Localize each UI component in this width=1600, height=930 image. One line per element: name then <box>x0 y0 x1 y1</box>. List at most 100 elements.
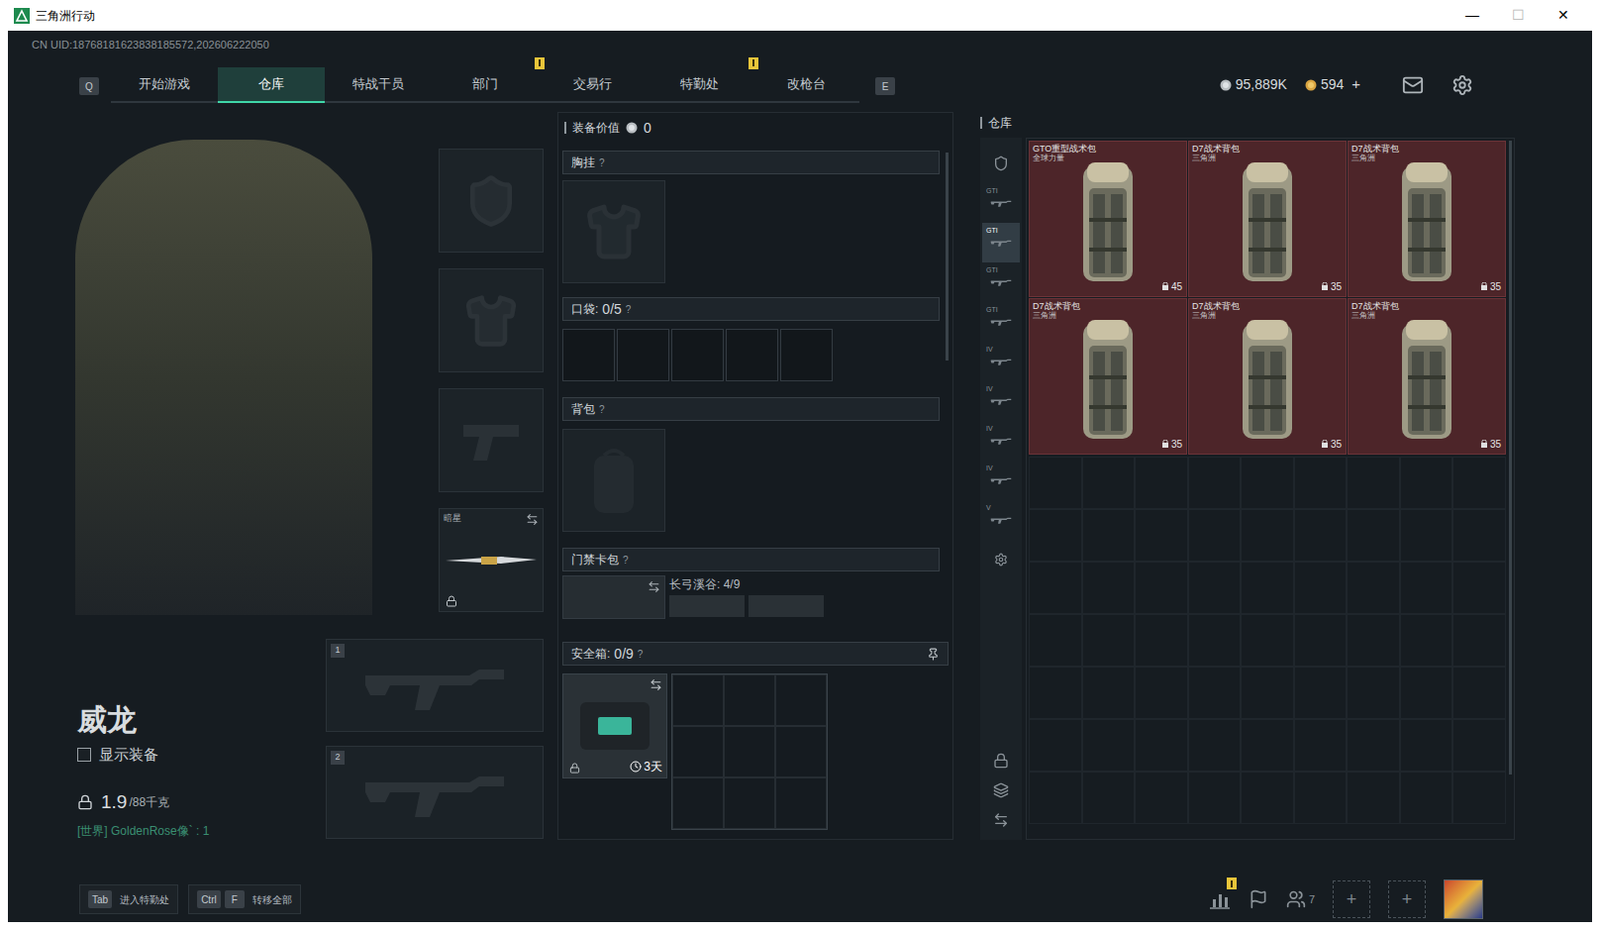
layers-icon[interactable] <box>993 782 1009 799</box>
key-hint[interactable]: Tab进入特勤处 <box>79 884 179 914</box>
empty-cell[interactable] <box>1134 456 1189 509</box>
warehouse-tab[interactable]: IV <box>982 460 1020 500</box>
empty-cell[interactable] <box>1188 456 1242 509</box>
mail-icon[interactable] <box>1401 74 1424 97</box>
window-control[interactable]: — <box>1449 4 1496 26</box>
empty-cell[interactable] <box>1028 613 1083 667</box>
empty-cell[interactable] <box>1082 561 1136 614</box>
empty-cell[interactable] <box>1188 666 1242 719</box>
safe-box-cell[interactable] <box>672 777 724 829</box>
empty-cell[interactable] <box>1240 456 1295 509</box>
safe-box-cell[interactable] <box>723 777 776 829</box>
item-card[interactable]: D7战术背包三角洲35 <box>1188 298 1347 455</box>
currency[interactable]: 95,889K <box>1219 74 1288 96</box>
swap-icon[interactable] <box>647 580 661 594</box>
empty-cell[interactable] <box>1400 561 1454 614</box>
empty-cell[interactable] <box>1134 771 1189 824</box>
empty-cell[interactable] <box>1294 771 1348 824</box>
empty-cell[interactable] <box>1082 613 1136 667</box>
empty-cell[interactable] <box>1400 666 1454 719</box>
show-equipment-toggle[interactable]: 显示装备 <box>77 743 326 767</box>
pocket-slot[interactable] <box>562 328 615 382</box>
empty-cell[interactable] <box>1028 561 1083 614</box>
empty-cell[interactable] <box>1188 771 1242 824</box>
warehouse-tab[interactable] <box>982 143 1020 184</box>
chest-rig-slot[interactable] <box>562 180 666 284</box>
keycard-thumb[interactable] <box>669 595 745 617</box>
sort-icon[interactable] <box>993 811 1009 828</box>
empty-cell[interactable] <box>1188 718 1242 772</box>
empty-cell[interactable] <box>1294 613 1348 667</box>
pin-icon[interactable] <box>926 647 940 661</box>
safe-box-cell[interactable] <box>723 725 776 778</box>
warehouse-tab[interactable]: IV <box>982 420 1020 461</box>
warehouse-scrollbar[interactable] <box>1508 140 1512 775</box>
swap-icon[interactable] <box>525 512 539 526</box>
melee-slot[interactable]: 暗星 <box>438 507 544 612</box>
stats-chart-icon[interactable] <box>1208 889 1231 909</box>
empty-cell[interactable] <box>1028 718 1083 772</box>
empty-cell[interactable] <box>1028 456 1083 509</box>
keycard-thumb[interactable] <box>748 595 824 617</box>
key-hint[interactable]: CtrlF转移全部 <box>188 884 301 914</box>
safe-box-cell[interactable] <box>775 674 827 726</box>
empty-cell[interactable] <box>1240 561 1295 614</box>
pocket-slot[interactable] <box>780 328 833 382</box>
currency[interactable]: 594+ <box>1304 73 1361 97</box>
item-card[interactable]: D7战术背包三角洲35 <box>1188 140 1347 298</box>
empty-cell[interactable] <box>1240 666 1295 719</box>
safe-box-cell[interactable] <box>723 674 776 726</box>
empty-cell[interactable] <box>1400 456 1454 509</box>
empty-cell[interactable] <box>1452 456 1506 509</box>
safe-box-cell[interactable] <box>775 777 827 829</box>
help-mark[interactable]: ? <box>625 301 632 317</box>
keycard-case[interactable] <box>562 575 666 619</box>
empty-cell[interactable] <box>1134 508 1189 562</box>
empty-cell[interactable] <box>1346 508 1400 562</box>
item-card[interactable]: D7战术背包三角洲35 <box>1347 298 1506 455</box>
empty-cell[interactable] <box>1028 666 1083 719</box>
empty-cell[interactable] <box>1188 508 1242 562</box>
empty-cell[interactable] <box>1346 561 1400 614</box>
player-avatar[interactable] <box>1443 879 1484 919</box>
warehouse-tab[interactable]: GTI <box>982 183 1020 223</box>
empty-cell[interactable] <box>1346 666 1400 719</box>
gun-slot[interactable]: 2 <box>325 745 544 839</box>
scrollbar[interactable] <box>945 152 949 361</box>
empty-cell[interactable] <box>1082 508 1136 562</box>
nav-tab[interactable]: 特勤处 <box>645 67 753 103</box>
checkbox[interactable] <box>77 747 92 762</box>
nav-tab[interactable]: 部门 <box>431 67 539 103</box>
flag-icon[interactable] <box>1248 889 1269 909</box>
armor-slot[interactable] <box>438 268 544 373</box>
empty-cell[interactable] <box>1452 613 1506 667</box>
empty-cell[interactable] <box>1294 718 1348 772</box>
empty-cell[interactable] <box>1400 613 1454 667</box>
empty-cell[interactable] <box>1294 561 1348 614</box>
safe-box[interactable]: 3天 <box>562 673 668 779</box>
empty-cell[interactable] <box>1240 613 1295 667</box>
item-card[interactable]: GTO重型战术包全球力量45 <box>1028 140 1188 298</box>
warehouse-tab[interactable]: GTI <box>982 301 1020 342</box>
window-control[interactable]: ✕ <box>1540 4 1587 26</box>
empty-cell[interactable] <box>1134 666 1189 719</box>
warehouse-tab[interactable]: GTI <box>982 262 1020 302</box>
helmet-slot[interactable] <box>438 148 544 253</box>
empty-cell[interactable] <box>1082 666 1136 719</box>
empty-cell[interactable] <box>1294 508 1348 562</box>
safe-box-cell[interactable] <box>775 725 827 778</box>
empty-cell[interactable] <box>1240 508 1295 562</box>
help-mark[interactable]: ? <box>637 646 644 662</box>
nav-tab[interactable]: 仓库 <box>217 67 325 103</box>
empty-cell[interactable] <box>1452 508 1506 562</box>
empty-cell[interactable] <box>1346 771 1400 824</box>
item-card[interactable]: D7战术背包三角洲35 <box>1347 140 1506 298</box>
gun-slot[interactable]: 1 <box>325 638 544 732</box>
warehouse-tab[interactable]: IV <box>982 381 1020 421</box>
empty-cell[interactable] <box>1134 718 1189 772</box>
empty-cell[interactable] <box>1400 771 1454 824</box>
empty-cell[interactable] <box>1452 666 1506 719</box>
friends[interactable]: 7 <box>1286 889 1315 909</box>
warehouse-tab[interactable]: GTI <box>982 222 1020 263</box>
warehouse-tab[interactable] <box>982 539 1020 580</box>
